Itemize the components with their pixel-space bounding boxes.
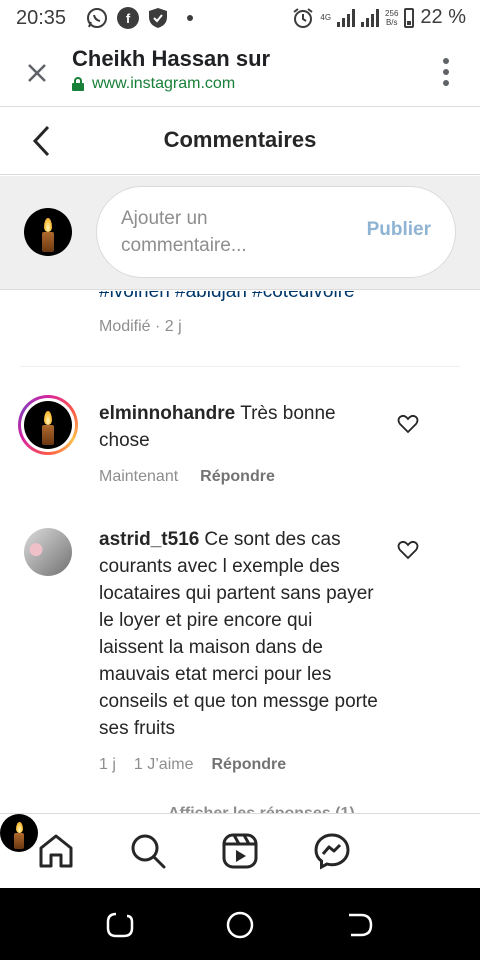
comment-time: 1 j (99, 756, 116, 773)
facebook-icon: f (117, 7, 139, 29)
comments-list: #ivoirien #abidjan #cotedivoire Modifié … (0, 291, 480, 813)
comment-time: Maintenant (99, 468, 179, 485)
comment-text: elminnohandre Très bonne chose (99, 400, 379, 454)
search-icon[interactable] (129, 832, 167, 870)
reply-button[interactable]: Répondre (200, 468, 275, 486)
home-icon[interactable] (37, 832, 75, 870)
comment-input[interactable]: Ajouter un commentaire... Publier (96, 186, 456, 278)
home-button-icon[interactable] (225, 910, 255, 940)
comment-body: Ce sont des cas courants avec l exemple … (99, 529, 378, 739)
page-header: Commentaires (0, 108, 480, 175)
publish-button[interactable]: Publier (367, 219, 431, 241)
heart-icon[interactable] (397, 414, 419, 434)
signal-icon-2 (361, 8, 380, 27)
bottom-navigation (0, 813, 480, 888)
avatar (24, 401, 72, 449)
previous-comment-meta: Modifié · 2 j (99, 318, 182, 335)
notification-icons: f (86, 7, 193, 29)
browser-url: www.instagram.com (72, 75, 235, 93)
shield-icon (149, 8, 167, 28)
previous-comment-hashtags[interactable]: #ivoirien #abidjan #cotedivoire (99, 291, 355, 303)
avatar[interactable] (24, 528, 72, 576)
status-time: 20:35 (16, 7, 67, 29)
battery-icon (404, 7, 415, 28)
reply-button[interactable]: Répondre (211, 756, 286, 774)
signal-icon-1 (337, 8, 356, 27)
reels-icon[interactable] (221, 832, 259, 870)
page-title: Commentaires (163, 127, 317, 152)
comment-input-placeholder: Ajouter un commentaire... (121, 208, 247, 256)
battery-percent: 22 % (420, 6, 466, 28)
view-replies-link[interactable]: Afficher les réponses (1) (168, 805, 355, 813)
close-icon[interactable] (22, 58, 52, 88)
network-speed: 256 B/s (385, 8, 399, 27)
heart-icon[interactable] (397, 540, 419, 560)
network-type: 4G (320, 13, 332, 22)
divider (20, 366, 460, 367)
comment-meta: 1 j 1 J’aime Répondre (99, 756, 286, 774)
whatsapp-icon (87, 8, 107, 28)
system-icons: 4G 256 B/s 22 % (292, 6, 466, 29)
more-notifications-dot (187, 15, 193, 21)
recent-apps-icon[interactable] (105, 910, 135, 940)
back-button-icon[interactable] (345, 910, 375, 940)
browser-page-title: Cheikh Hassan sur (72, 46, 271, 71)
overflow-menu-icon[interactable] (442, 58, 450, 86)
browser-toolbar: Cheikh Hassan sur www.instagram.com (0, 38, 480, 107)
profile-tab[interactable] (0, 814, 38, 852)
system-navigation-bar (0, 888, 480, 960)
messenger-icon[interactable] (313, 832, 351, 870)
url-text: www.instagram.com (92, 75, 236, 92)
lock-icon (72, 77, 84, 91)
current-user-avatar (24, 208, 72, 256)
alarm-icon (293, 7, 313, 28)
comment-text: astrid_t516 Ce sont des cas courants avec… (99, 526, 379, 742)
comment-composer: Ajouter un commentaire... Publier (0, 176, 480, 290)
comment-likes[interactable]: 1 J’aime (134, 756, 194, 774)
status-bar: 20:35 f 4G 256 B/s 22 % (0, 0, 480, 38)
comment-username[interactable]: elminnohandre (99, 403, 235, 424)
story-ring-avatar[interactable] (18, 395, 78, 455)
comment-meta: Maintenant Répondre (99, 468, 275, 486)
profile-avatar (0, 814, 38, 852)
comment-username[interactable]: astrid_t516 (99, 529, 199, 550)
